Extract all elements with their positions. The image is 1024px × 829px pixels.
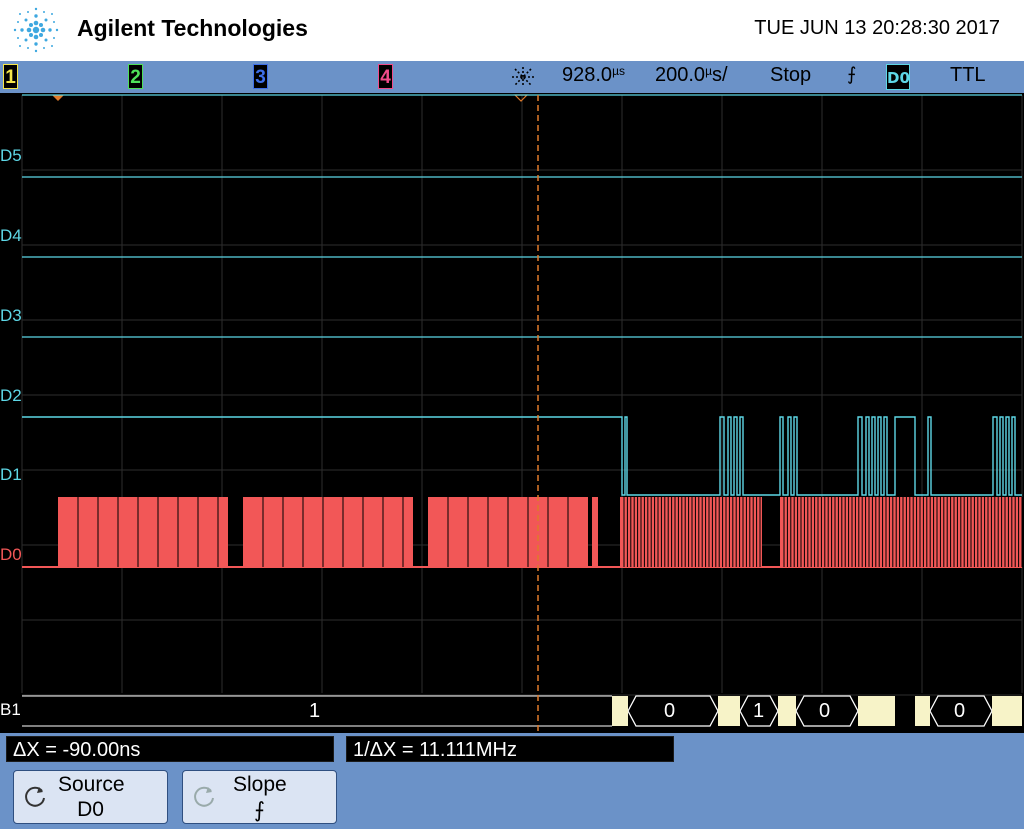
status-bar: 1 2 3 4 928.0µs 200.0µs/ Stop ⨍ D0 TTL <box>0 61 1024 93</box>
bus-dense-region <box>718 696 740 726</box>
slope-softkey[interactable]: Slope ⨍ <box>182 770 337 824</box>
d2-trace <box>22 416 1022 496</box>
inverse-delta-x-readout: 1/ΔX = 11.111MHz <box>346 736 674 762</box>
threshold-label[interactable]: TTL <box>950 64 986 87</box>
bus-dense-region <box>612 696 628 726</box>
agilent-spark-logo-icon <box>13 7 59 53</box>
d0-burst <box>58 497 228 567</box>
trigger-delay-unit: µs <box>612 64 625 78</box>
d0-burst <box>780 497 1022 567</box>
bus-value: 1 <box>309 700 321 722</box>
channel-label-d3: D3 <box>0 306 22 325</box>
waveform-display[interactable]: D5 D4 D3 D2 D1 D0 B1 1 0 1 0 0 <box>0 93 1024 733</box>
header: Agilent Technologies TUE JUN 13 20:28:30… <box>0 0 1024 61</box>
trigger-position-icon <box>512 67 534 87</box>
bottom-bar: ΔX = -90.00ns 1/ΔX = 11.111MHz Source D0… <box>0 733 1024 829</box>
trigger-source-badge[interactable]: D0 <box>886 64 910 90</box>
trigger-marker-icon <box>52 95 64 101</box>
channel-1-button[interactable]: 1 <box>3 64 18 89</box>
channel-label-b1: B1 <box>0 700 21 719</box>
channel-4-button[interactable]: 4 <box>378 64 393 89</box>
date-time: TUE JUN 13 20:28:30 2017 <box>754 17 1000 39</box>
bus-dense-region <box>915 696 930 726</box>
bus-value: 0 <box>954 700 966 722</box>
source-softkey-label: Source <box>58 773 125 796</box>
channel-label-d5: D5 <box>0 146 22 165</box>
bus-value: 1 <box>753 700 765 722</box>
bus-dense-region <box>858 696 895 726</box>
bus-dense-region <box>778 696 796 726</box>
source-softkey-value: D0 <box>77 798 104 821</box>
timebase-prefix: µ <box>705 64 712 78</box>
slope-softkey-value: ⨍ <box>254 799 265 822</box>
timebase-readout[interactable]: 200.0µs/ <box>655 64 728 87</box>
timebase-unit: s/ <box>711 64 728 86</box>
digital-waveforms <box>22 94 1023 733</box>
d0-burst <box>243 497 413 567</box>
bus-value: 0 <box>819 700 831 722</box>
channel-2-button[interactable]: 2 <box>128 64 143 89</box>
source-softkey[interactable]: Source D0 <box>13 770 168 824</box>
bus-value: 0 <box>664 700 676 722</box>
channel-label-d1: D1 <box>0 465 22 484</box>
timebase-value: 200.0 <box>655 64 706 86</box>
d0-burst <box>592 497 598 567</box>
time-reference-marker-icon <box>513 94 529 102</box>
trigger-delay-readout[interactable]: 928.0µs <box>562 64 625 87</box>
channel-3-button[interactable]: 3 <box>253 64 268 89</box>
delta-x-readout: ΔX = -90.00ns <box>6 736 334 762</box>
channel-label-d2: D2 <box>0 386 22 405</box>
brand-name: Agilent Technologies <box>77 15 308 41</box>
channel-label-d4: D4 <box>0 226 22 245</box>
bus-dense-region <box>992 696 1022 726</box>
channel-label-d0: D0 <box>0 545 22 564</box>
edge-trigger-icon: ⨍ <box>847 64 857 84</box>
slope-softkey-label: Slope <box>233 773 287 796</box>
run-state[interactable]: Stop <box>770 64 811 87</box>
trigger-delay-value: 928.0 <box>562 64 613 86</box>
